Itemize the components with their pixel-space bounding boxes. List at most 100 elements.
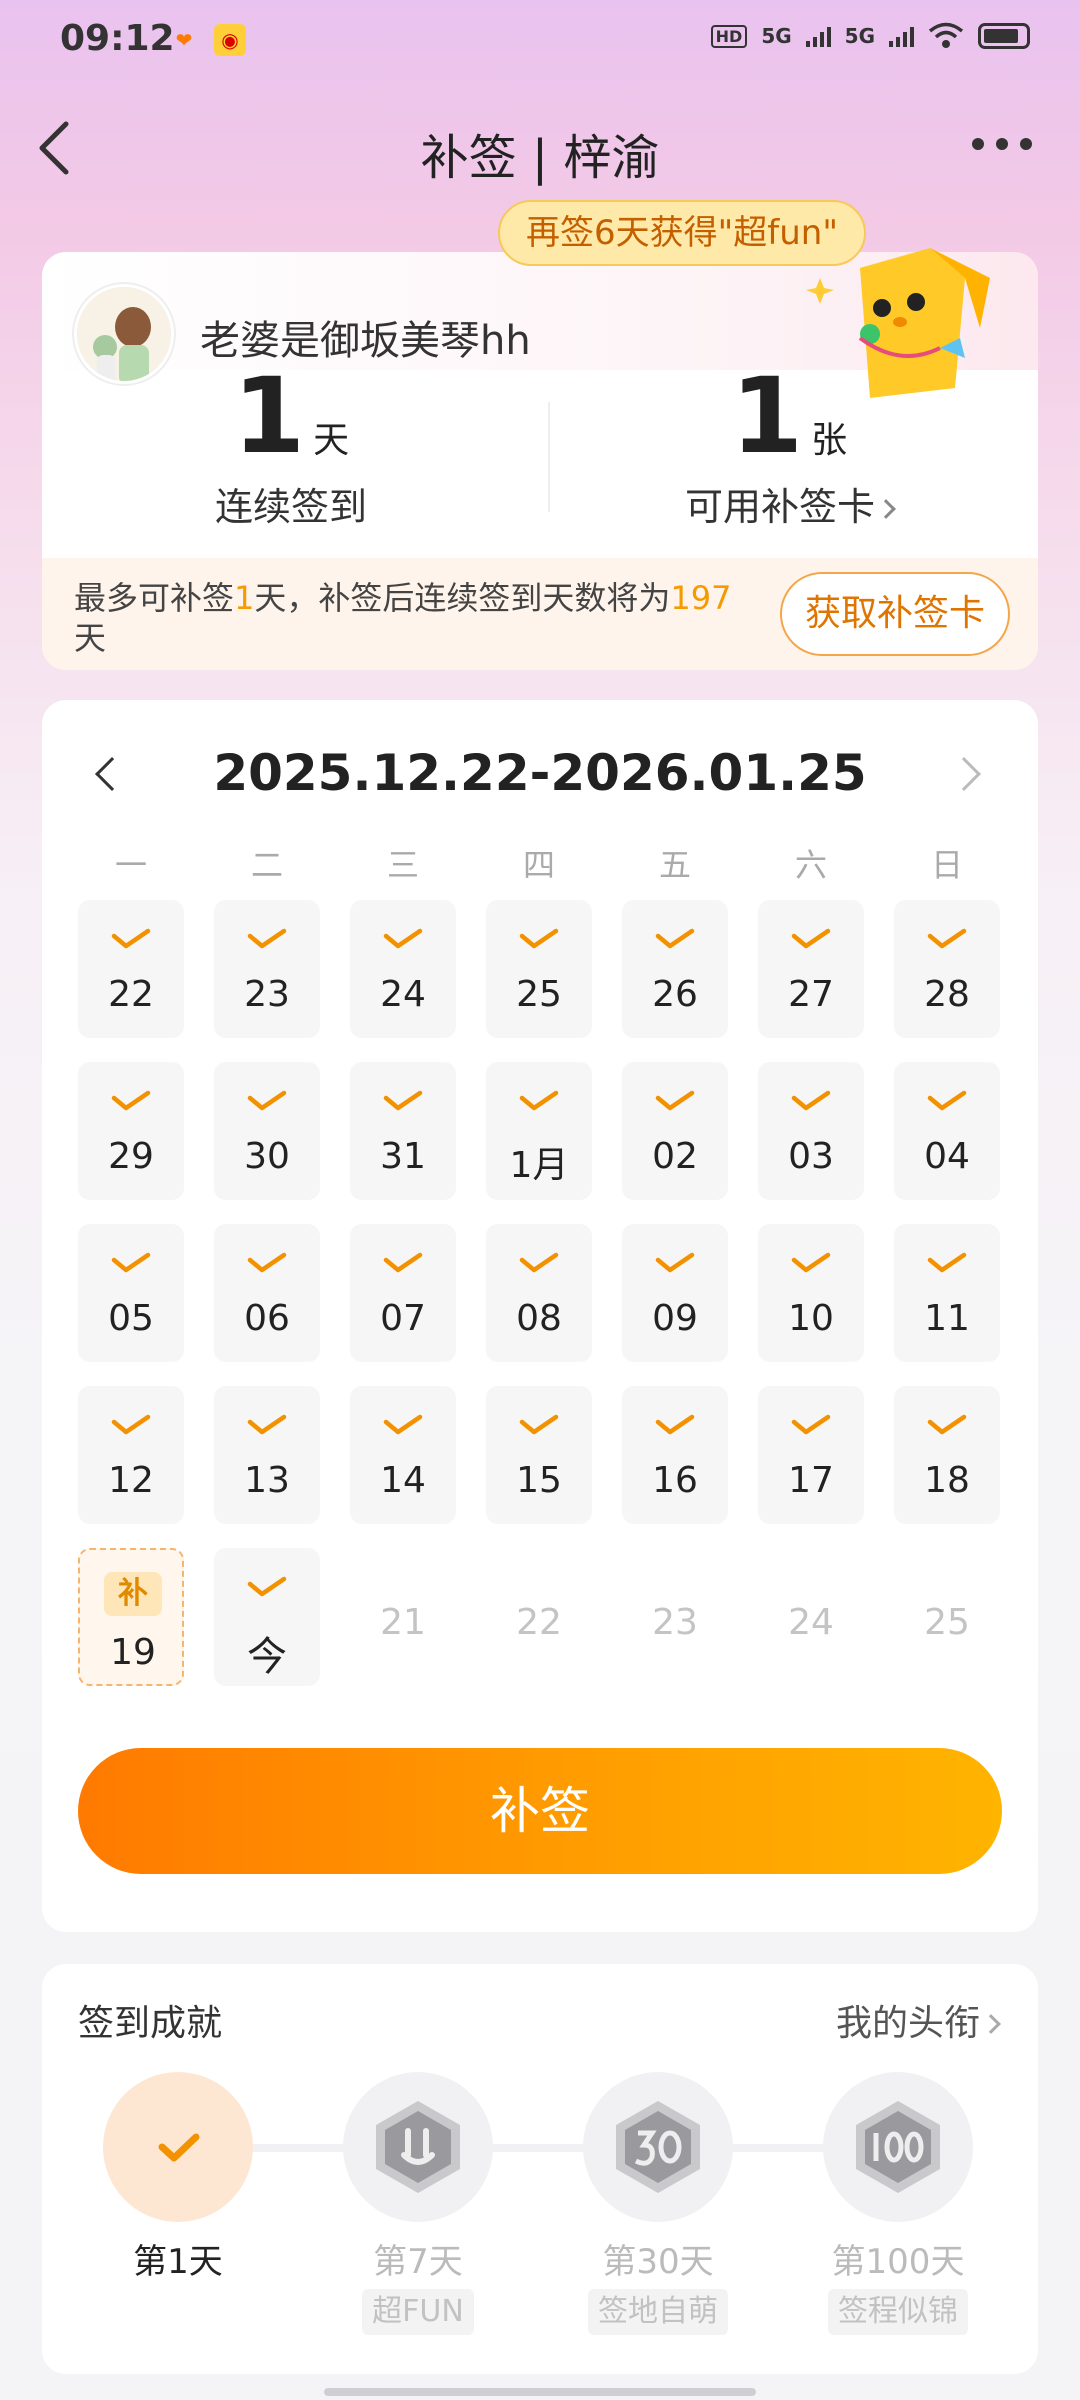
notification-app-icon: ❤	[175, 28, 193, 52]
day-number: 今	[247, 1634, 287, 1680]
calendar-day-signed: 25	[486, 900, 592, 1038]
achievement-day-1[interactable]: 第1天	[88, 2072, 268, 2283]
calendar-day-signed: 23	[214, 900, 320, 1038]
achievement-day-7[interactable]: 第7天 超FUN	[328, 2072, 508, 2335]
weekday-label: 日	[930, 846, 963, 884]
checkmark-icon	[791, 1090, 831, 1112]
calendar-day-signed: 07	[350, 1224, 456, 1362]
checkmark-icon	[655, 1252, 695, 1274]
day-number: 04	[924, 1136, 970, 1177]
calendar-day-future: 22	[486, 1548, 592, 1686]
cards-label-row: 可用补签卡	[540, 476, 1038, 531]
calendar-day-signed: 15	[486, 1386, 592, 1524]
checkmark-icon	[519, 1414, 559, 1436]
network-label: 5G	[761, 24, 792, 48]
100-days-badge-icon	[856, 2101, 940, 2193]
makeup-sign-button[interactable]: 补签	[78, 1748, 1002, 1874]
day-number: 16	[652, 1460, 698, 1501]
calendar-day-makeup[interactable]: 补 19	[78, 1548, 184, 1686]
checkmark-icon	[519, 1252, 559, 1274]
day-number: 28	[924, 974, 970, 1015]
calendar-day-signed: 17	[758, 1386, 864, 1524]
home-indicator[interactable]	[324, 2388, 756, 2396]
get-makeup-card-button[interactable]: 获取补签卡	[780, 572, 1010, 656]
checkmark-icon	[519, 928, 559, 950]
my-titles-label: 我的头衔	[835, 2003, 980, 2044]
day-number: 12	[108, 1460, 154, 1501]
achievement-label: 第7天	[373, 2242, 463, 2282]
status-bar: 09:12 ❤ ◉ HD 5G 5G	[0, 0, 1080, 80]
calendar-card: 2025.12.22-2026.01.25 一 二 三 四 五 六 日 22 23 24 25 26…	[42, 700, 1038, 1932]
signal-icon-2	[889, 25, 914, 47]
day-number: 07	[380, 1298, 426, 1339]
weekday-label: 五	[658, 846, 691, 884]
status-time: 09:12	[60, 18, 175, 59]
day-number: 14	[380, 1460, 426, 1501]
checkmark-icon	[247, 1414, 287, 1436]
achievement-day-30[interactable]: 第30天 签地自萌	[568, 2072, 748, 2335]
day-number: 03	[788, 1136, 834, 1177]
calendar-day-signed: 1月	[486, 1062, 592, 1200]
weekday-label: 一	[114, 846, 147, 884]
calendar-day-signed: 13	[214, 1386, 320, 1524]
cards-label: 可用补签卡	[684, 485, 875, 529]
calendar-day-signed: 18	[894, 1386, 1000, 1524]
achievement-label: 第30天	[602, 2242, 714, 2282]
weekday-label: 二	[250, 846, 283, 884]
day-number: 1月	[509, 1145, 569, 1186]
checkmark-icon	[927, 928, 967, 950]
calendar-day-future: 24	[758, 1548, 864, 1686]
calendar-day-future: 21	[350, 1548, 456, 1686]
day-number: 13	[244, 1460, 290, 1501]
calendar-day-future: 25	[894, 1548, 1000, 1686]
achievement-label: 第1天	[133, 2242, 223, 2282]
weibo-icon: ◉	[214, 24, 246, 56]
day-number: 10	[788, 1298, 834, 1339]
day-number: 29	[108, 1136, 154, 1177]
day-number: 18	[924, 1460, 970, 1501]
day-number: 25	[516, 974, 562, 1015]
promo-pill: 再签6天获得"超fun"	[498, 200, 866, 266]
status-indicators: HD 5G 5G	[710, 22, 1030, 50]
day-number: 15	[516, 1460, 562, 1501]
checkmark-icon	[158, 2133, 200, 2162]
more-options-icon[interactable]	[972, 138, 1032, 150]
calendar-range: 2025.12.22-2026.01.25	[213, 744, 867, 802]
day-number: 31	[380, 1136, 426, 1177]
calendar-day-signed: 27	[758, 900, 864, 1038]
calendar-day-today: 今	[214, 1548, 320, 1686]
chevron-right-icon	[981, 2014, 1001, 2034]
calendar-day-signed: 12	[78, 1386, 184, 1524]
checkmark-icon	[247, 1090, 287, 1112]
wifi-icon	[928, 22, 964, 48]
calendar-day-signed: 09	[622, 1224, 728, 1362]
calendar-day-signed: 06	[214, 1224, 320, 1362]
checkmark-icon	[383, 928, 423, 950]
day-number: 05	[108, 1298, 154, 1339]
checkmark-icon	[519, 1090, 559, 1112]
day-number: 06	[244, 1298, 290, 1339]
achievement-circle	[103, 2072, 253, 2222]
calendar-day-signed: 04	[894, 1062, 1000, 1200]
calendar-day-signed: 16	[622, 1386, 728, 1524]
calendar-day-signed: 11	[894, 1224, 1000, 1362]
achievement-tag: 签程似锦	[828, 2289, 968, 2335]
day-number: 19	[110, 1632, 156, 1673]
makeup-text-part3: 天	[74, 619, 107, 657]
makeup-text-part2: 天，补签后连续签到天数将为	[254, 579, 671, 617]
achievement-circle	[583, 2072, 733, 2222]
checkmark-icon	[655, 1414, 695, 1436]
calendar-day-signed: 14	[350, 1386, 456, 1524]
checkmark-icon	[791, 1252, 831, 1274]
day-number: 22	[108, 974, 154, 1015]
day-number: 24	[788, 1602, 834, 1643]
calendar-day-signed: 10	[758, 1224, 864, 1362]
checkmark-icon	[383, 1252, 423, 1274]
achievement-circle	[823, 2072, 973, 2222]
calendar-day-future: 23	[622, 1548, 728, 1686]
my-titles-link[interactable]: 我的头衔	[835, 1994, 1001, 2046]
achievements-card: 签到成就 我的头衔 第1天 第7天 超FUN 第30天 签地自萌 第100天 签…	[42, 1964, 1038, 2374]
achievement-day-100[interactable]: 第100天 签程似锦	[808, 2072, 988, 2335]
status-notification-icons: ❤ ◉	[168, 24, 246, 56]
checkmark-icon	[927, 1252, 967, 1274]
